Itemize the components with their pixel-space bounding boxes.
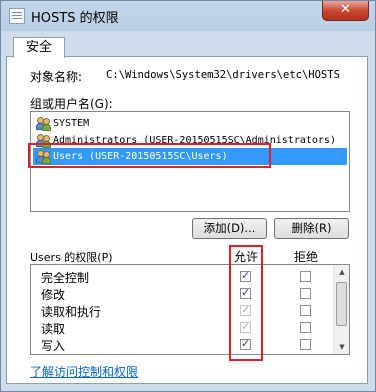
deny-checkbox[interactable] (300, 339, 311, 350)
object-name-value: C:\Windows\System32\drivers\etc\HOSTS (106, 69, 340, 81)
learn-access-control-link[interactable]: 了解访问控制和权限 (30, 363, 138, 380)
user-group-icon (36, 116, 51, 131)
deny-column-header: 拒绝 (294, 250, 319, 264)
permissions-scrollbar[interactable]: ▲ ▼ (333, 265, 349, 354)
perm-row-read: 读取 (31, 319, 335, 336)
perm-name: 完全控制 (41, 271, 90, 285)
scroll-up-icon[interactable]: ▲ (334, 265, 349, 279)
perm-name: 读取 (41, 322, 66, 336)
perm-row-write: 写入 (31, 336, 335, 353)
add-button[interactable]: 添加(D)... (192, 218, 267, 239)
deny-checkbox[interactable] (300, 322, 311, 333)
perm-name: 写入 (41, 339, 66, 353)
close-button[interactable]: ✕ (322, 1, 369, 21)
scroll-down-icon[interactable]: ▼ (334, 340, 349, 354)
highlight-box-users (28, 143, 271, 168)
tab-security[interactable]: 安全 (13, 37, 65, 58)
perm-row-read-execute: 读取和执行 (31, 302, 335, 319)
perm-row-modify: 修改 (31, 285, 335, 302)
perm-name: 修改 (41, 288, 66, 302)
deny-checkbox[interactable] (300, 305, 311, 316)
list-item-system[interactable]: SYSTEM (33, 115, 347, 132)
window-title: HOSTS 的权限 (31, 11, 119, 26)
list-item-label: SYSTEM (53, 118, 90, 129)
perm-name: 读取和执行 (41, 305, 102, 319)
permissions-label: Users 的权限(P) (30, 251, 113, 264)
file-icon (9, 8, 25, 24)
deny-checkbox[interactable] (300, 271, 311, 282)
highlight-box-allow (229, 245, 263, 361)
object-name-label: 对象名称: (30, 70, 83, 84)
deny-checkbox[interactable] (300, 288, 311, 299)
remove-button[interactable]: 删除(R) (274, 218, 349, 239)
groups-label: 组或用户名(G): (30, 97, 113, 111)
scroll-thumb[interactable] (336, 282, 347, 326)
title-bar[interactable]: HOSTS 的权限 ✕ (1, 1, 375, 31)
permissions-list: 完全控制 修改 读取和执行 读取 写入 ▲ ▼ (30, 264, 350, 355)
perm-row-full-control: 完全控制 (31, 268, 335, 285)
